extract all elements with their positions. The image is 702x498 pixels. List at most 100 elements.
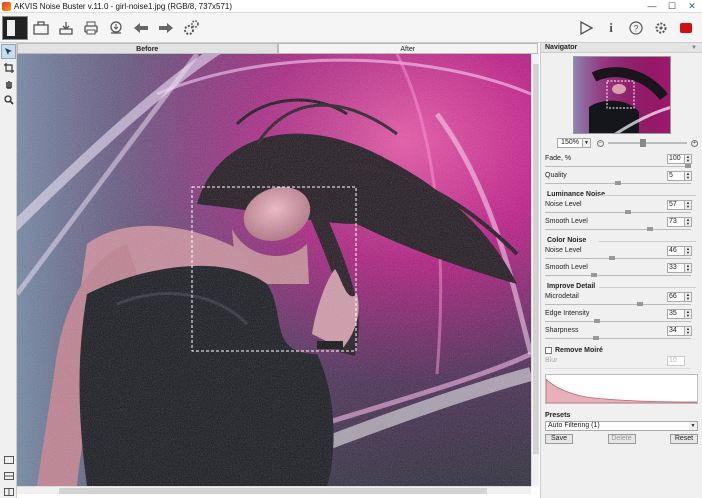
zoom-out-icon[interactable]: − (597, 139, 604, 147)
col-smooth-slider-knob[interactable] (591, 273, 598, 277)
tab-after[interactable]: After (277, 43, 538, 54)
blur-row: Blur 10 (541, 355, 702, 372)
col-noise-row: Noise Level 46 ▲ ▼ (541, 245, 702, 262)
svg-text:?: ? (633, 23, 638, 33)
save-icon[interactable] (57, 19, 75, 37)
quality-slider-knob[interactable] (615, 181, 621, 185)
sharpness-slider[interactable] (545, 338, 691, 339)
sharpness-spin-icon[interactable]: ▲ ▼ (685, 326, 692, 336)
col-noise-label: Noise Level (545, 247, 582, 254)
reset-button[interactable]: Reset (670, 434, 698, 444)
preferences-icon[interactable] (652, 19, 670, 37)
preset-buttons: Save Delete Reset (545, 434, 698, 444)
lum-noise-slider-knob[interactable] (624, 210, 631, 214)
share-icon[interactable] (107, 19, 125, 37)
save-preset-button[interactable]: Save (545, 434, 573, 444)
print-icon[interactable] (82, 19, 100, 37)
edge-slider[interactable] (545, 321, 691, 322)
col-smooth-label: Smooth Level (545, 264, 588, 271)
view-split-icon[interactable] (1, 468, 16, 483)
sharpness-slider-knob[interactable] (592, 336, 599, 340)
sharpness-value-field[interactable]: 34 (667, 326, 685, 336)
close-button[interactable]: ✕ (682, 0, 702, 13)
undo-icon[interactable] (132, 19, 150, 37)
lum-noise-spin-icon[interactable]: ▲ ▼ (685, 200, 692, 210)
help-icon[interactable]: ? (627, 19, 645, 37)
col-noise-spin-icon[interactable]: ▲ ▼ (685, 246, 692, 256)
title-bar: AKVIS Noise Buster v.11.0 - girl-noise1.… (0, 0, 702, 13)
color-noise-heading: Color Noise (541, 236, 702, 245)
lum-smooth-row: Smooth Level 73 ▲ ▼ (541, 216, 702, 233)
zoom-in-icon[interactable]: + (691, 139, 698, 147)
lum-noise-value-field[interactable]: 57 (667, 200, 685, 210)
fade-label: Fade, % (545, 155, 572, 162)
edge-spin-icon[interactable]: ▲ ▼ (685, 309, 692, 319)
lum-smooth-value-field[interactable]: 73 (667, 217, 685, 227)
info-icon[interactable]: i (602, 19, 620, 37)
hand-icon[interactable] (1, 76, 16, 91)
chevron-down-icon[interactable]: ▼ (689, 422, 697, 430)
image-canvas[interactable] (17, 54, 531, 486)
col-noise-slider-knob[interactable] (609, 256, 616, 260)
edge-intensity-label: Edge Intensity (545, 310, 590, 317)
zoom-icon[interactable] (1, 92, 16, 107)
view-single-icon[interactable] (1, 452, 16, 467)
run-icon[interactable] (577, 19, 595, 37)
vertical-scrollbar[interactable] (531, 54, 539, 486)
fade-slider-knob[interactable] (685, 164, 691, 168)
zoom-slider-knob[interactable] (639, 139, 646, 147)
blur-value-field[interactable]: 10 (667, 356, 685, 366)
delete-preset-button[interactable]: Delete (607, 434, 636, 444)
collapse-icon[interactable]: ▼ (691, 43, 697, 53)
col-smooth-value-field[interactable]: 33 (667, 263, 685, 273)
zoom-level-field[interactable]: 150% (557, 138, 583, 148)
blur-slider[interactable] (545, 368, 691, 369)
window-title: AKVIS Noise Buster v.11.0 - girl-noise1.… (14, 1, 233, 11)
tab-before[interactable]: Before (17, 43, 278, 54)
view-side-icon[interactable] (1, 484, 16, 498)
fade-value-field[interactable]: 100 (667, 154, 685, 164)
sharpness-row: Sharpness 34 ▲ ▼ (541, 325, 702, 342)
remove-moire-row: Remove Moiré (541, 345, 702, 355)
open-icon[interactable] (32, 19, 50, 37)
edge-slider-knob[interactable] (594, 319, 600, 323)
lum-smooth-slider[interactable] (545, 229, 691, 230)
view-tabs: Before After (17, 43, 538, 54)
zoom-dropdown-icon[interactable]: ▼ (583, 138, 591, 148)
col-smooth-row: Smooth Level 33 ▲ ▼ (541, 262, 702, 279)
lum-smooth-slider-knob[interactable] (647, 227, 654, 231)
minimize-button[interactable]: — (642, 0, 662, 13)
microdetail-row: Microdetail 66 ▲ ▼ (541, 291, 702, 308)
quality-spin-icon[interactable]: ▲ ▼ (685, 171, 692, 181)
record-icon[interactable] (677, 19, 695, 37)
maximize-button[interactable]: ☐ (662, 0, 682, 13)
edge-intensity-value-field[interactable]: 35 (667, 309, 685, 319)
microdetail-slider-knob[interactable] (637, 302, 644, 306)
sharpness-label: Sharpness (545, 327, 579, 334)
col-noise-value-field[interactable]: 46 (667, 246, 685, 256)
microdetail-slider[interactable] (545, 304, 691, 305)
presets-select[interactable]: Auto Filtering (1) ▼ (545, 421, 698, 431)
microdetail-label: Microdetail (545, 293, 579, 300)
lum-noise-slider[interactable] (545, 212, 691, 213)
crop-icon[interactable] (1, 60, 16, 75)
settings-gear-icon[interactable] (182, 19, 200, 37)
remove-moire-checkbox[interactable] (545, 346, 552, 354)
navigator-tool-icon[interactable] (1, 44, 16, 59)
col-smooth-slider[interactable] (545, 275, 691, 276)
navigator-thumbnail[interactable] (572, 56, 671, 134)
fade-slider[interactable] (545, 166, 691, 167)
col-smooth-spin-icon[interactable]: ▲ ▼ (685, 263, 692, 273)
fade-row: Fade, % 100 ▲ ▼ (541, 153, 702, 170)
microdetail-spin-icon[interactable]: ▲ ▼ (685, 292, 692, 302)
redo-icon[interactable] (157, 19, 175, 37)
microdetail-value-field[interactable]: 66 (667, 292, 685, 302)
quality-value-field[interactable]: 5 (667, 171, 685, 181)
zoom-slider[interactable] (608, 139, 687, 147)
fade-spin-icon[interactable]: ▲ ▼ (685, 154, 692, 164)
col-noise-slider[interactable] (545, 258, 691, 259)
lum-smooth-spin-icon[interactable]: ▲ ▼ (685, 217, 692, 227)
image-thumbnail-icon[interactable] (2, 15, 28, 40)
horizontal-scrollbar[interactable] (17, 486, 531, 494)
noisy-photo (17, 54, 531, 486)
